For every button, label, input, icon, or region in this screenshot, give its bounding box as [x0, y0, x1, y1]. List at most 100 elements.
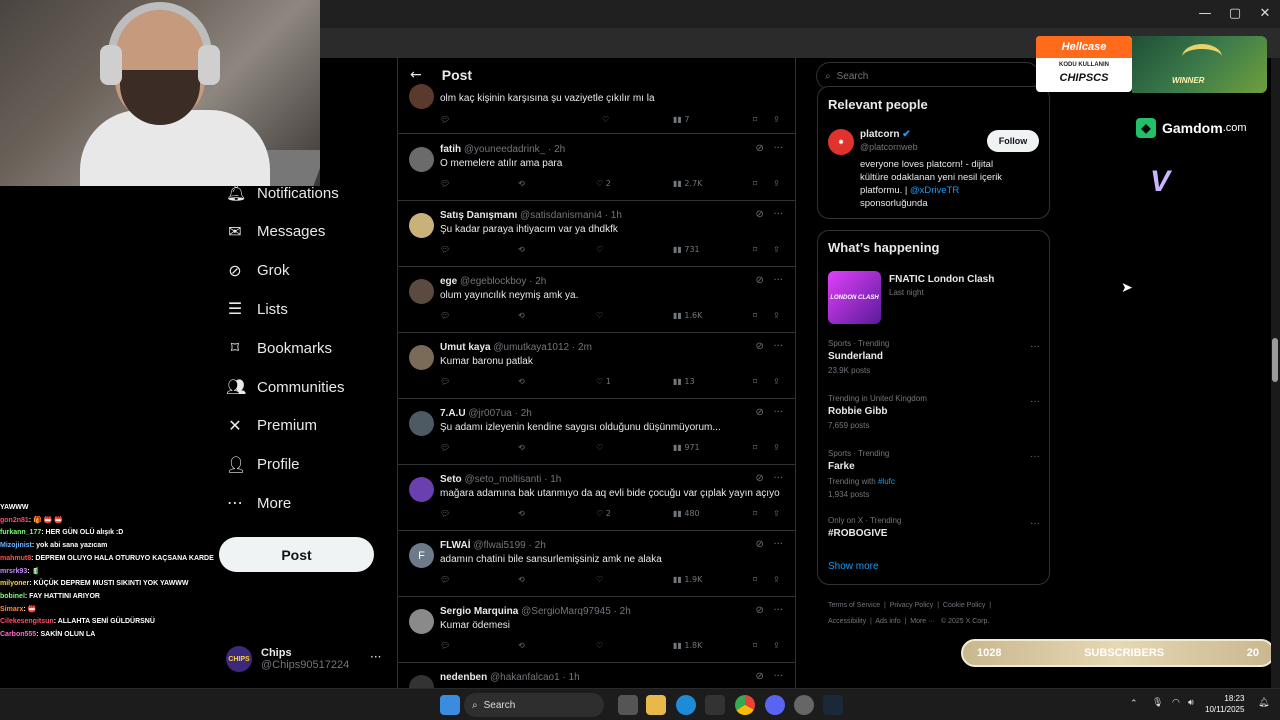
- more-icon[interactable]: ···: [773, 473, 783, 484]
- views-icon[interactable]: ▮▮ 1.6K: [673, 311, 702, 320]
- chat-username[interactable]: milyoner: [0, 580, 29, 587]
- notification-icon[interactable]: 🔔︎: [1258, 698, 1269, 708]
- views-icon[interactable]: ▮▮ 7: [673, 115, 689, 124]
- like-icon[interactable]: ♡ 1: [596, 377, 611, 386]
- reply-author[interactable]: FLWAİ: [440, 540, 471, 551]
- bookmark-icon[interactable]: ⌑: [753, 641, 757, 650]
- reply-icon[interactable]: 💬︎: [440, 311, 450, 320]
- footer-link[interactable]: Cookie Policy: [943, 602, 985, 609]
- task-view-icon[interactable]: [618, 695, 638, 715]
- bookmark-icon[interactable]: ⌑: [753, 377, 757, 386]
- more-icon[interactable]: ···: [773, 341, 783, 352]
- nav-item-more[interactable]: ⋯ More: [226, 488, 291, 518]
- edge-browser-icon[interactable]: [676, 695, 696, 715]
- like-icon[interactable]: ♡: [596, 575, 603, 584]
- nav-item-grok[interactable]: ⊘ Grok: [226, 256, 289, 286]
- wifi-icon[interactable]: ◠: [1172, 698, 1180, 708]
- show-more-link[interactable]: Show more: [828, 561, 879, 572]
- avatar[interactable]: [409, 147, 434, 172]
- close-button[interactable]: ✕: [1250, 4, 1280, 24]
- account-switcher[interactable]: CHIPS Chips @Chips90517224: [226, 642, 386, 676]
- share-icon[interactable]: ⇪: [773, 311, 780, 320]
- more-icon[interactable]: ···: [1030, 341, 1040, 352]
- reply-author[interactable]: nedenben: [440, 672, 487, 683]
- like-icon[interactable]: ♡: [596, 641, 603, 650]
- like-icon[interactable]: ♡: [602, 115, 609, 124]
- file-explorer-icon[interactable]: [646, 695, 666, 715]
- share-icon[interactable]: ⇪: [773, 179, 780, 188]
- reply-icon[interactable]: 💬︎: [440, 575, 450, 584]
- repost-icon[interactable]: ⟲: [518, 443, 525, 452]
- nav-item-premium[interactable]: ✕ Premium: [226, 411, 317, 441]
- footer-link[interactable]: Ads info: [875, 618, 900, 625]
- share-icon[interactable]: ⇪: [773, 245, 780, 254]
- like-icon[interactable]: ♡ 2: [596, 509, 611, 518]
- bookmark-icon[interactable]: ⌑: [753, 245, 757, 254]
- views-icon[interactable]: ▮▮ 13: [673, 377, 695, 386]
- chat-username[interactable]: Carbon555: [0, 631, 36, 638]
- person-name[interactable]: platcorn ✔: [860, 129, 911, 140]
- chat-username[interactable]: bobinel: [0, 593, 25, 600]
- reply-top[interactable]: olm kaç kişinin karşısına şu vaziyetle ç…: [398, 84, 795, 134]
- footer-link[interactable]: Accessibility: [828, 618, 866, 625]
- views-icon[interactable]: ▮▮ 1.9K: [673, 575, 702, 584]
- views-icon[interactable]: ▮▮ 2.7K: [673, 179, 702, 188]
- footer-link[interactable]: Privacy Policy: [890, 602, 934, 609]
- chat-username[interactable]: furkann_177: [0, 529, 41, 536]
- post-button[interactable]: Post: [219, 537, 374, 572]
- avatar[interactable]: [409, 411, 434, 436]
- reply-icon[interactable]: 💬︎: [440, 509, 450, 518]
- avatar[interactable]: [409, 609, 434, 634]
- back-arrow-icon[interactable]: ←: [410, 67, 422, 83]
- like-icon[interactable]: ♡: [596, 443, 603, 452]
- chat-username[interactable]: mrsrk93: [0, 568, 27, 575]
- taskbar-search[interactable]: ⌕ Search: [464, 693, 604, 717]
- grok-icon[interactable]: ⊘: [756, 209, 764, 220]
- reply-item[interactable]: Satış Danışmanı @satisdanismani4 · 1h ⊘ ·…: [398, 201, 795, 267]
- more-icon[interactable]: ···: [773, 407, 783, 418]
- like-icon[interactable]: ♡: [596, 245, 603, 254]
- more-icon[interactable]: ···: [773, 209, 783, 220]
- event-thumbnail[interactable]: LONDON CLASH: [828, 271, 881, 324]
- avatar[interactable]: [409, 345, 434, 370]
- reply-icon[interactable]: 💬︎: [440, 245, 450, 254]
- bookmark-icon[interactable]: ⌑: [753, 311, 757, 320]
- chrome-icon[interactable]: [735, 695, 755, 715]
- reply-author[interactable]: ege: [440, 276, 457, 287]
- grok-icon[interactable]: ⊘: [756, 407, 764, 418]
- event-name[interactable]: FNATIC London Clash: [889, 274, 994, 285]
- like-icon[interactable]: ♡ 2: [596, 179, 611, 188]
- more-icon[interactable]: ···: [773, 275, 783, 286]
- bookmark-icon[interactable]: ⌑: [753, 575, 757, 584]
- nav-item-communities[interactable]: 👥︎ Communities: [226, 372, 345, 402]
- chat-username[interactable]: gon2n81: [0, 517, 29, 524]
- nav-item-notifications[interactable]: 🔔︎ Notifications: [226, 178, 339, 208]
- reply-item[interactable]: 7.A.U @jr007ua · 2h ⊘ ··· Şu adamı izleyen…: [398, 399, 795, 465]
- share-icon[interactable]: ⇪: [773, 115, 780, 124]
- account-more-icon[interactable]: ···: [370, 650, 381, 664]
- trend-item[interactable]: Sports · Trending Sunderland 23.9K posts ··…: [828, 339, 1040, 375]
- views-icon[interactable]: ▮▮ 731: [673, 245, 700, 254]
- grok-icon[interactable]: ⊘: [756, 341, 764, 352]
- repost-icon[interactable]: ⟲: [518, 179, 525, 188]
- grok-icon[interactable]: ⊘: [756, 539, 764, 550]
- reply-icon[interactable]: 💬︎: [440, 377, 450, 386]
- avatar[interactable]: F: [409, 543, 434, 568]
- more-icon[interactable]: ···: [773, 671, 783, 682]
- scrollbar-thumb[interactable]: [1272, 338, 1278, 382]
- trend-item[interactable]: Sports · Trending Farke Trending with #luf…: [828, 449, 1040, 499]
- avatar[interactable]: [409, 213, 434, 238]
- repost-icon[interactable]: ⟲: [518, 575, 525, 584]
- reply-item[interactable]: fatih @youneedadrink_ · 2h ⊘ ··· O memeler…: [398, 135, 795, 201]
- avatar[interactable]: [409, 675, 434, 688]
- grok-icon[interactable]: ⊘: [756, 605, 764, 616]
- reply-icon[interactable]: 💬︎: [440, 179, 450, 188]
- repost-icon[interactable]: ⟲: [518, 245, 525, 254]
- grok-icon[interactable]: ⊘: [756, 473, 764, 484]
- views-icon[interactable]: ▮▮ 971: [673, 443, 700, 452]
- windows-start-icon[interactable]: [440, 695, 460, 715]
- app-icon[interactable]: [794, 695, 814, 715]
- repost-icon[interactable]: ⟲: [518, 509, 525, 518]
- more-icon[interactable]: ···: [773, 605, 783, 616]
- reply-item[interactable]: nedenben @hakanfalcao1 · 1h ⊘ ···: [398, 663, 795, 688]
